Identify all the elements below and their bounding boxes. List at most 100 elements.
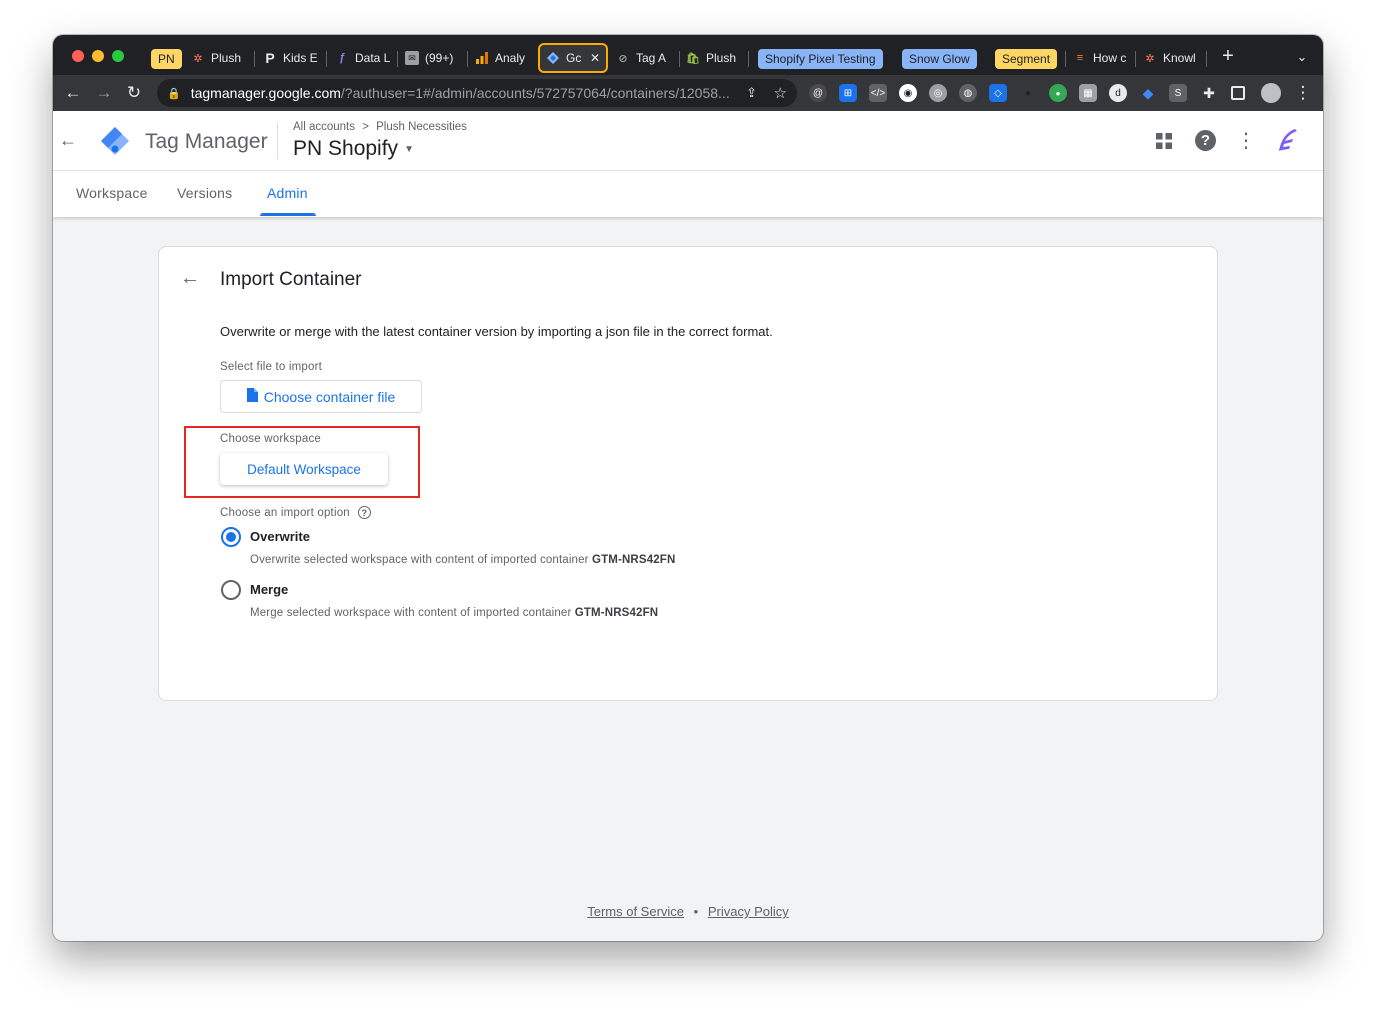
container-id: GTM-NRS42FN bbox=[591, 554, 676, 566]
container-name: PN Shopify bbox=[293, 137, 399, 160]
extension-d-icon[interactable]: d bbox=[1109, 84, 1127, 102]
header-back-arrow-icon[interactable]: ← bbox=[59, 130, 77, 151]
merge-description: Merge selected workspace with content of… bbox=[250, 607, 659, 619]
choose-container-file-button[interactable]: Choose container file bbox=[220, 380, 422, 413]
browser-toolbar: ← → ↻ 🔒 tagmanager.google.com/?authuser=… bbox=[53, 75, 1323, 111]
container-id: GTM-NRS42FN bbox=[574, 607, 659, 619]
maximize-window-button[interactable] bbox=[112, 50, 124, 62]
extension-s-icon[interactable]: S bbox=[1169, 84, 1187, 102]
address-bar[interactable]: 🔒 tagmanager.google.com/?authuser=1#/adm… bbox=[157, 79, 797, 107]
share-icon[interactable]: ⇪ bbox=[746, 85, 757, 101]
footer-separator: • bbox=[693, 904, 699, 919]
privacy-policy-link[interactable]: Privacy Policy bbox=[708, 904, 789, 919]
breadcrumb: All accounts > Plush Necessities bbox=[293, 121, 467, 133]
extension-code-icon[interactable]: </> bbox=[869, 84, 887, 102]
container-selector[interactable]: PN Shopify ▼ bbox=[293, 137, 414, 161]
extension-label-icon[interactable]: ◆ bbox=[1139, 84, 1157, 102]
import-option-heading: Choose an import option ? bbox=[220, 506, 371, 519]
gtm-header: ← Tag Manager All accounts > Plush Neces… bbox=[53, 111, 1323, 171]
tab-how[interactable]: ≡ How c bbox=[1073, 45, 1129, 71]
import-option-label: Choose an import option bbox=[220, 506, 350, 519]
more-options-icon[interactable]: ⋮ bbox=[1236, 128, 1256, 153]
extension-tag-icon[interactable]: ◇ bbox=[989, 84, 1007, 102]
page-title: Import Container bbox=[220, 269, 362, 290]
import-description: Overwrite or merge with the latest conta… bbox=[220, 324, 773, 339]
overwrite-label[interactable]: Overwrite bbox=[250, 529, 310, 544]
p-icon: P bbox=[265, 50, 275, 66]
gtm-nav-tabs: Workspace Versions Admin bbox=[53, 171, 1323, 217]
gtm-logo-icon bbox=[99, 125, 131, 162]
new-tab-icon[interactable]: + bbox=[1216, 44, 1240, 68]
hubspot-icon: ✲ bbox=[193, 52, 203, 65]
close-tab-icon[interactable]: ✕ bbox=[590, 51, 600, 65]
gtm-icon bbox=[546, 51, 560, 65]
tab-group-shopify-pixel-testing[interactable]: Shopify Pixel Testing bbox=[758, 49, 883, 69]
tab-versions[interactable]: Versions bbox=[177, 185, 232, 201]
breadcrumb-all-accounts[interactable]: All accounts bbox=[293, 121, 355, 133]
tab-analytics[interactable]: Analy bbox=[475, 45, 531, 71]
profile-avatar[interactable] bbox=[1261, 83, 1281, 103]
header-divider bbox=[277, 123, 278, 159]
tab-plush-hubspot[interactable]: ✲ Plush bbox=[191, 45, 247, 71]
merge-label[interactable]: Merge bbox=[250, 582, 288, 597]
bookmark-star-icon[interactable]: ☆ bbox=[774, 84, 787, 102]
tab-workspace[interactable]: Workspace bbox=[76, 185, 148, 201]
active-tab-indicator bbox=[260, 213, 316, 216]
overwrite-radio[interactable] bbox=[221, 527, 241, 547]
extension-globe-icon[interactable]: ◍ bbox=[959, 84, 977, 102]
card-back-arrow-icon[interactable]: ← bbox=[179, 267, 201, 289]
terms-of-service-link[interactable]: Terms of Service bbox=[587, 904, 684, 919]
extension-person-icon[interactable]: ● bbox=[1019, 84, 1037, 102]
minimize-window-button[interactable] bbox=[92, 50, 104, 62]
browser-window: PN ✲ Plush P Kids E ƒ Data L ✉ (99+) Ana… bbox=[53, 35, 1323, 941]
tab-group-snow-glow[interactable]: Snow Glow bbox=[902, 49, 977, 69]
side-panel-icon[interactable] bbox=[1231, 86, 1245, 100]
file-icon bbox=[246, 388, 258, 405]
back-arrow-icon[interactable]: ← bbox=[61, 81, 85, 105]
help-icon[interactable]: ? bbox=[1195, 130, 1216, 151]
shopify-icon: 🛍 bbox=[686, 52, 700, 65]
lock-icon: 🔒 bbox=[167, 87, 181, 100]
stack-icon: ≡ bbox=[1076, 52, 1084, 64]
breadcrumb-account[interactable]: Plush Necessities bbox=[376, 121, 467, 133]
hubspot-icon: ✲ bbox=[1145, 52, 1155, 65]
overwrite-description: Overwrite selected workspace with conten… bbox=[250, 554, 676, 566]
default-workspace-button[interactable]: Default Workspace bbox=[220, 453, 388, 485]
extension-icon-9[interactable]: ● bbox=[1049, 84, 1067, 102]
feather-extension-icon[interactable] bbox=[1273, 127, 1299, 158]
browser-menu-icon[interactable]: ⋮ bbox=[1291, 81, 1315, 105]
tab-group-pn[interactable]: PN bbox=[151, 49, 182, 69]
extension-icon-2[interactable]: ⊞ bbox=[839, 84, 857, 102]
help-circle-icon[interactable]: ? bbox=[357, 506, 371, 519]
analytics-icon bbox=[475, 51, 489, 65]
tab-strip: PN ✲ Plush P Kids E ƒ Data L ✉ (99+) Ana… bbox=[53, 35, 1323, 75]
tab-tag-assistant[interactable]: ⊘ Tag A bbox=[616, 45, 672, 71]
extension-icon-1[interactable]: @ bbox=[809, 84, 827, 102]
tag-assistant-icon: ⊘ bbox=[618, 52, 628, 65]
tab-mail[interactable]: ✉ (99+) bbox=[405, 45, 465, 71]
dropdown-caret-icon: ▼ bbox=[404, 143, 414, 155]
forward-arrow-icon[interactable]: → bbox=[92, 81, 116, 105]
choose-file-label: Choose container file bbox=[263, 388, 396, 405]
merge-radio[interactable] bbox=[221, 580, 241, 600]
tab-search-chevron-icon[interactable]: ⌄ bbox=[1290, 45, 1314, 69]
tab-group-segment[interactable]: Segment bbox=[995, 49, 1058, 69]
product-name: Tag Manager bbox=[145, 130, 268, 153]
tab-kids[interactable]: P Kids E bbox=[263, 45, 319, 71]
extension-icon-5[interactable]: ◎ bbox=[929, 84, 947, 102]
extension-icon-4[interactable]: ◉ bbox=[899, 84, 917, 102]
tab-admin[interactable]: Admin bbox=[267, 185, 308, 201]
close-window-button[interactable] bbox=[72, 50, 84, 62]
reload-icon[interactable]: ↻ bbox=[122, 81, 146, 105]
extension-qr-icon[interactable]: ▦ bbox=[1079, 84, 1097, 102]
feather-icon: ƒ bbox=[338, 52, 346, 64]
tab-data[interactable]: ƒ Data L bbox=[335, 45, 391, 71]
tab-knowledge[interactable]: ✲ Knowl bbox=[1143, 45, 1199, 71]
apps-grid-icon[interactable] bbox=[1156, 133, 1172, 154]
extensions-puzzle-icon[interactable]: ✚ bbox=[1200, 84, 1218, 102]
import-container-card: ← Import Container Overwrite or merge wi… bbox=[158, 246, 1218, 701]
tab-plush-shopify[interactable]: 🛍 Plush bbox=[686, 45, 742, 71]
breadcrumb-separator: > bbox=[362, 121, 369, 133]
choose-workspace-label: Choose workspace bbox=[220, 433, 322, 445]
tab-gtm-active[interactable]: Gc ✕ bbox=[538, 43, 608, 73]
